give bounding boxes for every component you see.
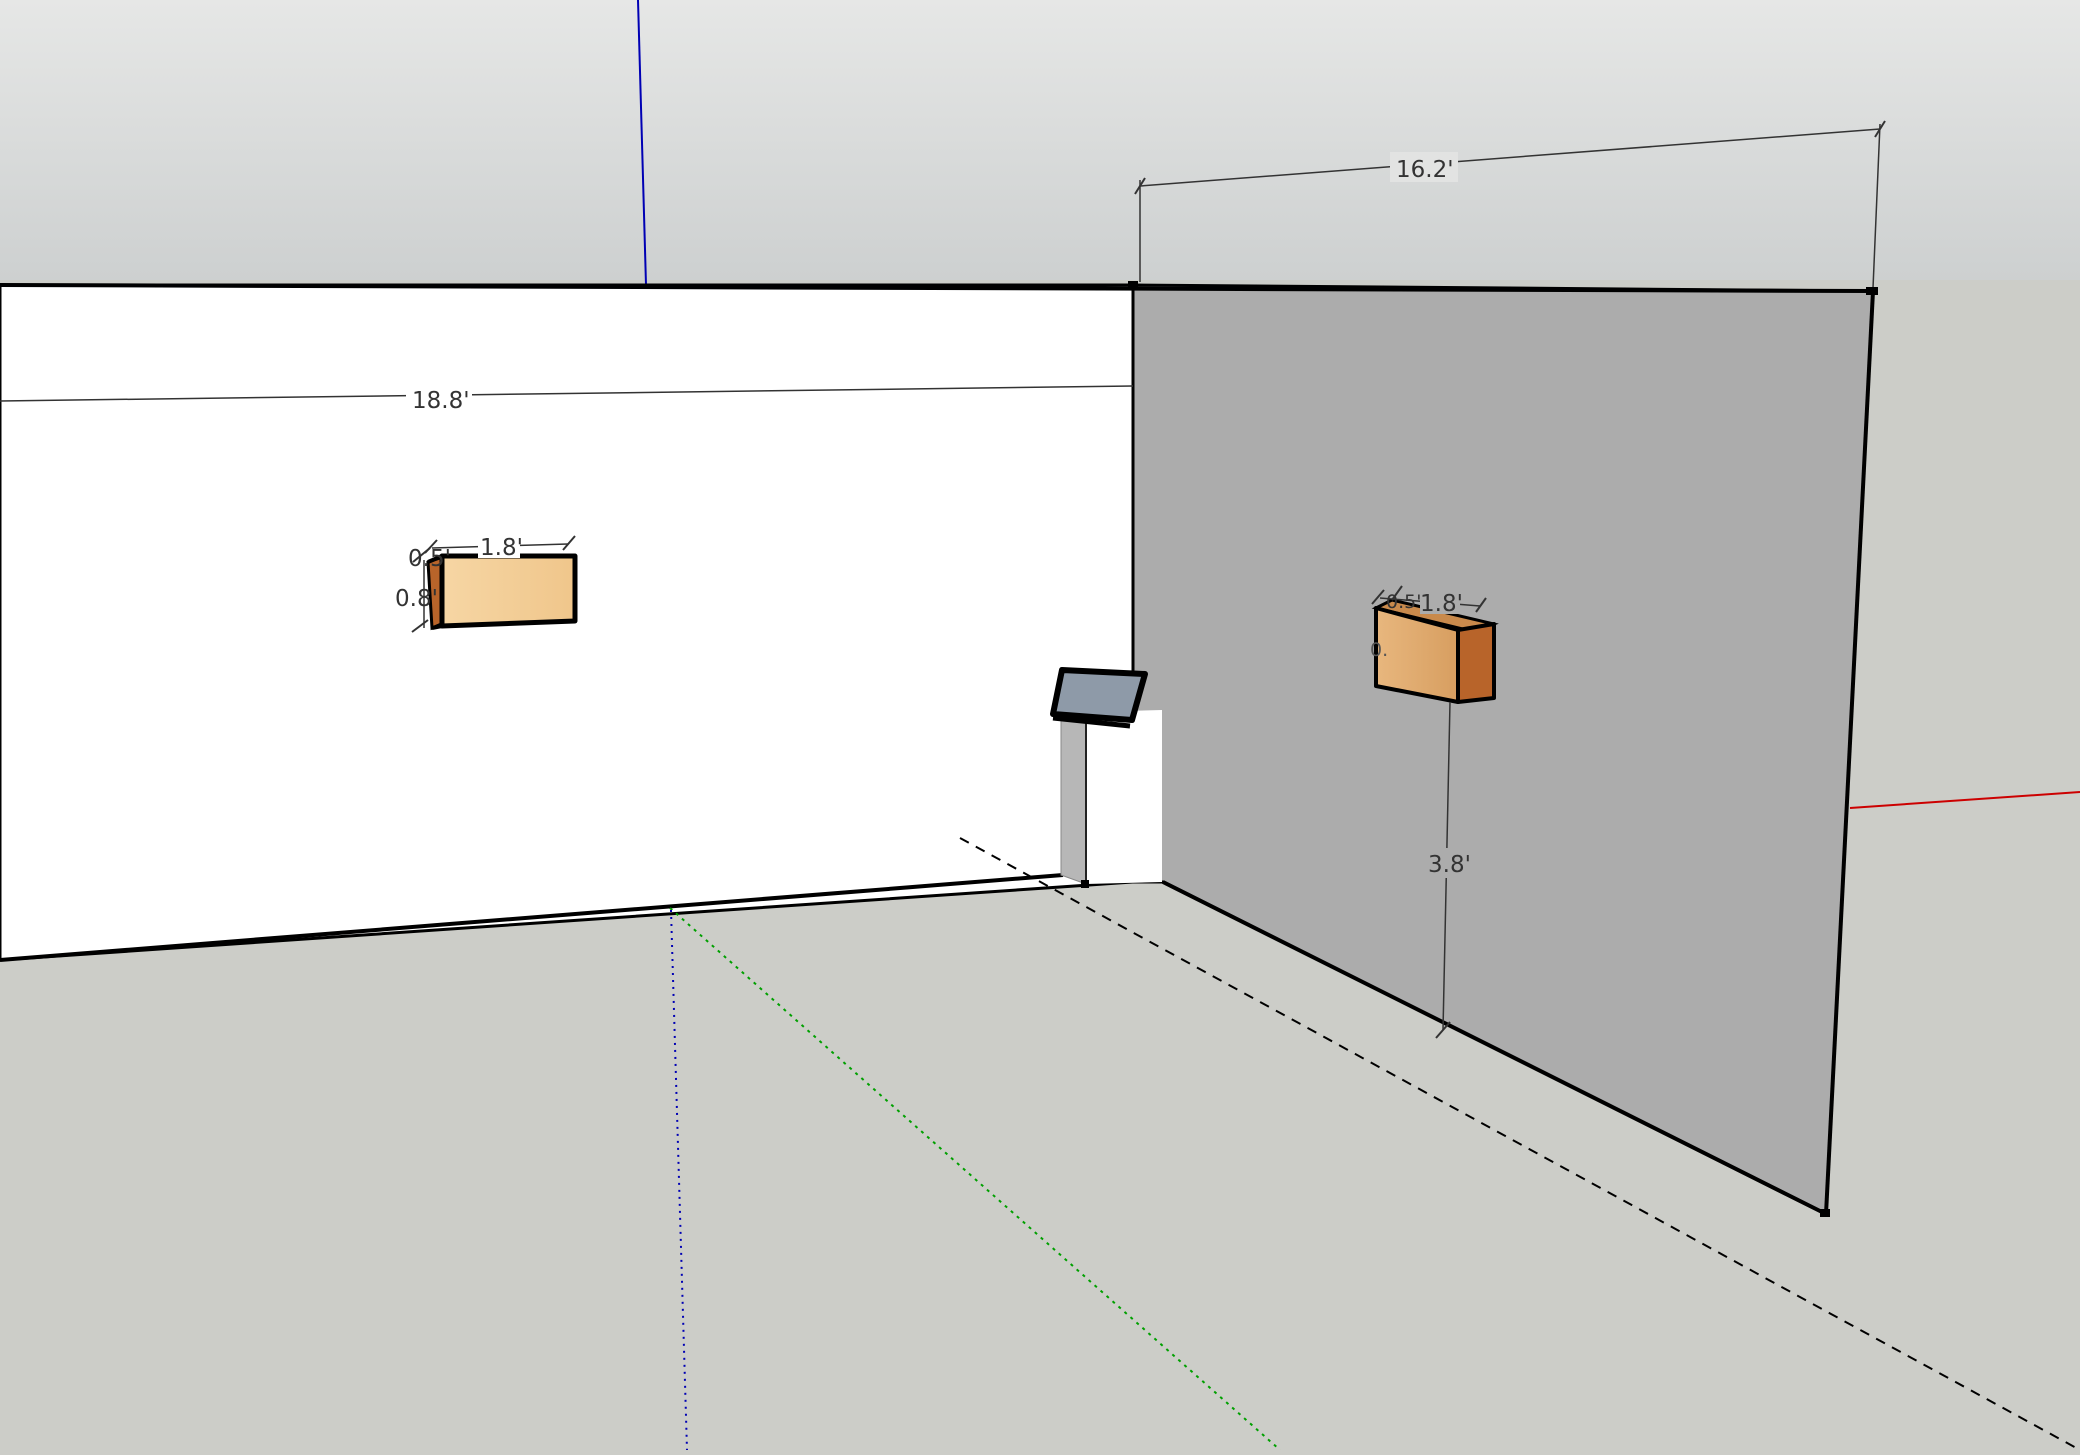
dimension-side-wall-label: 16.2': [1396, 157, 1454, 183]
left-speaker-length-label: 1.8': [480, 535, 523, 561]
left-speaker-depth-label: 0.5': [408, 546, 451, 572]
speaker-left-face: [439, 553, 578, 629]
lectern-post-panel: [1086, 710, 1162, 884]
modeling-viewport[interactable]: 18.8' 16.2' 1.8' 0.5' 0.8' 1.8' 0.5' 0. …: [0, 0, 2080, 1451]
right-speaker-depth-label: 0.5': [1386, 591, 1421, 613]
lectern-shadow-side: [1060, 711, 1087, 885]
dimension-front-wall-label: 18.8': [412, 388, 470, 414]
vertex-marker: [1128, 281, 1138, 288]
right-speaker-length-label: 1.8': [1420, 591, 1463, 617]
vertex-marker: [1820, 1209, 1830, 1217]
left-speaker-height-label: 0.8': [395, 586, 438, 612]
vertex-marker: [1866, 287, 1878, 295]
scene-canvas[interactable]: 18.8' 16.2' 1.8' 0.5' 0.8' 1.8' 0.5' 0. …: [0, 0, 2080, 1451]
speaker-right-side: [1456, 622, 1496, 704]
vertex-marker: [1081, 880, 1089, 888]
right-speaker-height-label: 0.: [1370, 639, 1388, 661]
lectern-top[interactable]: [1050, 667, 1148, 723]
sky: [0, 0, 2080, 280]
speaker-height-label: 3.8': [1428, 852, 1471, 878]
